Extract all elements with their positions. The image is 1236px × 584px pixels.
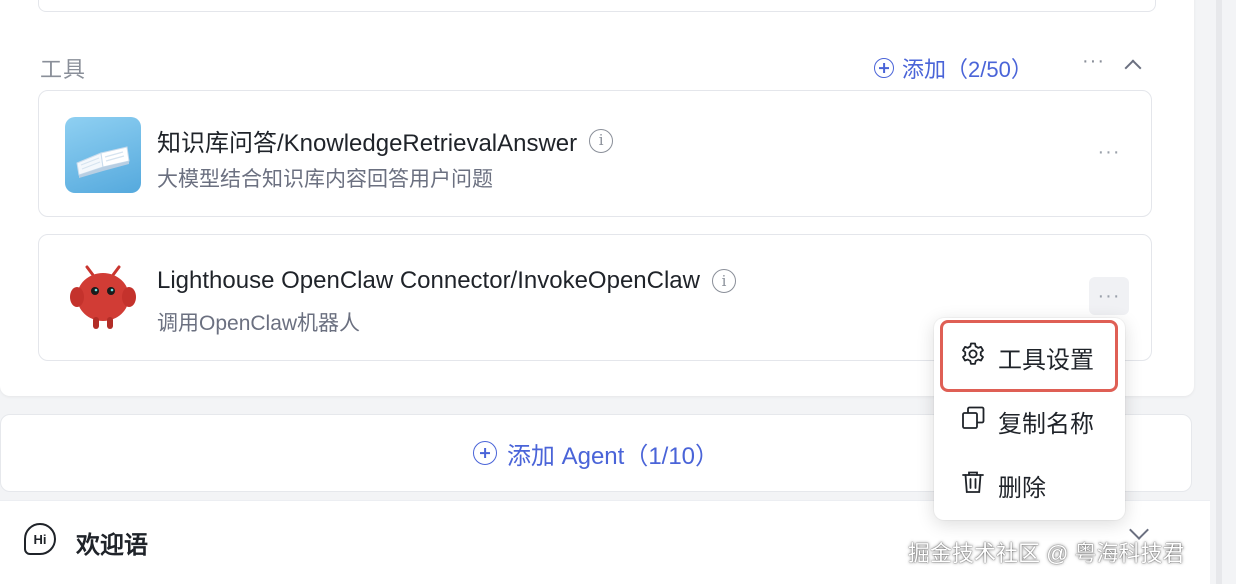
tool-more-button[interactable]: ···	[1089, 141, 1129, 171]
menu-item-label: 工具设置	[998, 346, 1094, 374]
add-circle-icon	[472, 441, 497, 465]
add-circle-icon	[874, 58, 894, 78]
gear-icon	[960, 341, 986, 374]
tool-description: 大模型结合知识库内容回答用户问题	[157, 168, 493, 191]
info-icon[interactable]: i	[712, 269, 736, 293]
tool-name-text: 知识库问答/KnowledgeRetrievalAnswer	[157, 130, 578, 157]
hi-chat-icon: Hi	[24, 523, 56, 555]
tool-card-knowledge[interactable]: 知识库问答/KnowledgeRetrievalAnswer i 大模型结合知识…	[38, 90, 1152, 217]
tool-name: Lighthouse OpenClaw Connector/InvokeOpen…	[157, 267, 736, 295]
add-tool-label: 添加（2/50）	[902, 57, 1033, 82]
tool-more-button-active[interactable]: ···	[1089, 277, 1129, 315]
tools-section-title: 工具	[40, 57, 87, 82]
previous-card-bottom	[38, 0, 1156, 12]
red-mascot-icon	[65, 261, 141, 337]
tool-description: 调用OpenClaw机器人	[157, 312, 361, 335]
menu-item-copy-name[interactable]: 复制名称	[934, 390, 1125, 452]
watermark: 掘金技术社区 @ 粤海科技君	[908, 541, 1185, 566]
menu-item-tool-settings[interactable]: 工具设置	[934, 326, 1125, 388]
book-icon	[65, 117, 141, 193]
menu-item-label: 删除	[998, 474, 1046, 502]
menu-item-label: 复制名称	[998, 410, 1094, 438]
scrollbar-track[interactable]	[1216, 0, 1222, 584]
info-icon[interactable]: i	[589, 128, 614, 153]
welcome-label: 欢迎语	[76, 532, 148, 559]
agent-config-page: 工具 添加（2/50） ··· 知识库问答/KnowledgeRetrieval…	[0, 0, 1236, 584]
copy-icon	[960, 405, 986, 438]
tools-section-more-button[interactable]: ···	[1082, 50, 1105, 73]
menu-item-delete[interactable]: 删除	[934, 454, 1125, 516]
tool-name-text: Lighthouse OpenClaw Connector/InvokeOpen…	[157, 267, 700, 294]
tool-name: 知识库问答/KnowledgeRetrievalAnswer i	[157, 123, 614, 158]
add-agent-label: 添加 Agent（1/10）	[506, 442, 720, 470]
trash-icon	[960, 469, 986, 502]
add-tool-button[interactable]: 添加（2/50）	[874, 52, 1033, 84]
tool-context-menu: 工具设置 复制名称 删除	[934, 318, 1125, 520]
